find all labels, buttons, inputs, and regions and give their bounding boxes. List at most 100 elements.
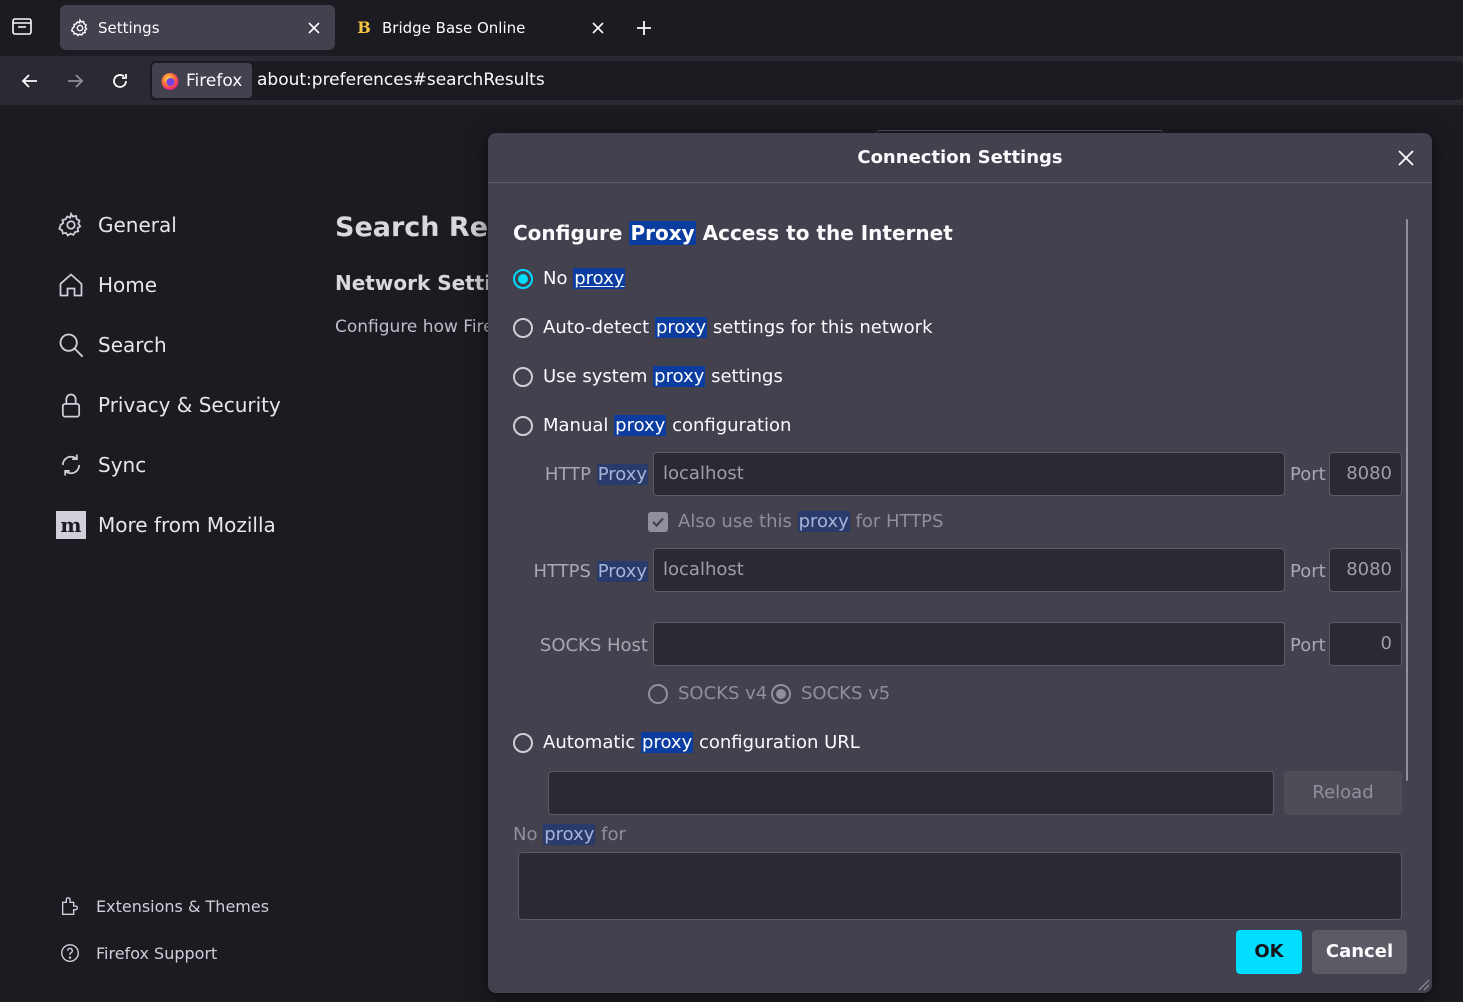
also-use-https-label: Also use this proxy for HTTPS: [678, 511, 944, 532]
gear-icon: [70, 17, 90, 38]
tab-list-icon: [12, 18, 32, 35]
no-proxy-label: No proxy: [543, 268, 626, 289]
dialog-scrollbar[interactable]: [1406, 219, 1408, 781]
reload-button[interactable]: [105, 66, 135, 96]
identity-label: Firefox: [186, 70, 243, 91]
sidebar-extensions-themes[interactable]: Extensions & Themes: [58, 894, 269, 918]
arrow-left-icon: [21, 74, 37, 88]
also-use-https-checkbox[interactable]: Also use this proxy for HTTPS: [648, 511, 943, 532]
tab-strip: Settings B Bridge Base Online: [0, 0, 1463, 56]
no-proxy-radio[interactable]: No proxy: [513, 268, 626, 289]
autoconfig-url-input[interactable]: [548, 771, 1274, 815]
automatic-proxy-label: Automatic proxy configuration URL: [543, 732, 860, 753]
forward-button[interactable]: [60, 66, 90, 96]
tab-list-button[interactable]: [10, 14, 40, 42]
sidebar-item-sync[interactable]: Sync: [56, 450, 146, 480]
socks-v5-label: SOCKS v5: [801, 683, 891, 704]
socks-port-input[interactable]: 0: [1329, 622, 1402, 666]
connection-settings-dialog: Connection Settings Configure Proxy Acce…: [488, 133, 1432, 993]
socks-host-label: SOCKS Host: [539, 635, 648, 656]
https-port-label: Port: [1290, 561, 1326, 582]
sidebar-footer-label: Extensions & Themes: [96, 896, 270, 916]
sidebar-item-label: Sync: [98, 453, 147, 477]
proxy-section-title: Configure Proxy Access to the Internet: [513, 221, 953, 245]
dialog-title: Connection Settings: [857, 147, 1063, 168]
home-icon: [56, 270, 86, 300]
sidebar-item-label: More from Mozilla: [98, 513, 276, 537]
sidebar-item-label: Search: [98, 333, 167, 357]
tab-label: Settings: [98, 18, 160, 37]
sidebar-item-label: Privacy & Security: [98, 393, 281, 417]
https-proxy-input[interactable]: localhost: [653, 548, 1285, 592]
tab-settings[interactable]: Settings: [60, 5, 335, 50]
puzzle-icon: [58, 894, 82, 918]
radio-indicator[interactable]: [771, 683, 791, 704]
socks-host-input[interactable]: [653, 622, 1285, 666]
new-tab-button[interactable]: [630, 14, 658, 42]
http-proxy-label: HTTP Proxy: [544, 464, 648, 485]
https-proxy-label: HTTPS Proxy: [533, 561, 648, 582]
url-bar[interactable]: Firefox about:preferences#searchResults: [150, 61, 1463, 100]
back-button[interactable]: [15, 66, 45, 96]
automatic-proxy-url-radio[interactable]: Automatic proxy configuration URL: [513, 732, 860, 753]
radio-indicator[interactable]: [513, 732, 533, 753]
cancel-button[interactable]: Cancel: [1312, 930, 1407, 974]
radio-indicator[interactable]: [513, 366, 533, 387]
sidebar-item-privacy-security[interactable]: Privacy & Security: [56, 390, 281, 420]
radio-indicator[interactable]: [513, 317, 533, 338]
auto-detect-proxy-radio[interactable]: Auto-detect proxy settings for this netw…: [513, 317, 933, 338]
sidebar-item-label: General: [98, 213, 177, 237]
http-port-input[interactable]: 8080: [1329, 452, 1402, 496]
tab-label: Bridge Base Online: [382, 18, 526, 37]
no-proxy-for-label: No proxy for: [513, 824, 626, 845]
sidebar-footer-label: Firefox Support: [96, 943, 218, 963]
sidebar-item-more-from-mozilla[interactable]: m More from Mozilla: [56, 510, 276, 540]
system-proxy-label: Use system proxy settings: [543, 366, 783, 387]
sidebar-item-general[interactable]: General: [56, 210, 177, 240]
socks-v5-radio[interactable]: SOCKS v5: [771, 683, 890, 704]
no-proxy-for-textarea[interactable]: [518, 852, 1402, 920]
radio-indicator[interactable]: [513, 268, 533, 289]
close-tab-icon[interactable]: [587, 17, 609, 39]
manual-proxy-label: Manual proxy configuration: [543, 415, 792, 436]
reload-icon: [113, 74, 127, 88]
search-icon: [56, 330, 86, 360]
svg-text:m: m: [60, 513, 81, 537]
sidebar-item-label: Home: [98, 273, 158, 297]
radio-indicator[interactable]: [648, 683, 668, 704]
close-tab-icon[interactable]: [303, 17, 325, 39]
ok-button[interactable]: OK: [1236, 930, 1302, 974]
http-proxy-input[interactable]: localhost: [653, 452, 1285, 496]
sidebar-firefox-support[interactable]: Firefox Support: [58, 941, 217, 965]
sidebar-item-search[interactable]: Search: [56, 330, 167, 360]
socks-v4-label: SOCKS v4: [678, 683, 768, 704]
gear-icon: [56, 210, 86, 240]
tab-bridge-base-online[interactable]: B Bridge Base Online: [344, 5, 619, 50]
socks-port-label: Port: [1290, 635, 1326, 656]
system-proxy-radio[interactable]: Use system proxy settings: [513, 366, 783, 387]
mozilla-m-icon: m: [56, 510, 86, 540]
identity-box[interactable]: Firefox: [152, 63, 253, 98]
help-icon: [58, 941, 82, 965]
firefox-logo-icon: [161, 72, 179, 90]
reload-autoconfig-button[interactable]: Reload: [1284, 771, 1402, 815]
checkmark-icon[interactable]: [648, 511, 668, 532]
manual-proxy-radio[interactable]: Manual proxy configuration: [513, 415, 791, 436]
resize-grip-icon[interactable]: [1414, 975, 1430, 991]
sync-icon: [56, 450, 86, 480]
network-settings-heading: Network Settings: [335, 271, 490, 295]
page-title: Search Results: [335, 212, 490, 243]
dialog-close-button[interactable]: [1394, 146, 1418, 170]
https-port-input[interactable]: 8080: [1329, 548, 1402, 592]
network-settings-description: Configure how Firefox connects to the in…: [335, 317, 490, 337]
auto-detect-label: Auto-detect proxy settings for this netw…: [543, 317, 933, 338]
url-text[interactable]: about:preferences#searchResults: [257, 61, 545, 100]
http-port-label: Port: [1290, 464, 1326, 485]
dialog-header: Connection Settings: [488, 133, 1432, 183]
sidebar-item-home[interactable]: Home: [56, 270, 157, 300]
radio-indicator[interactable]: [513, 415, 533, 436]
nav-bar: Firefox about:preferences#searchResults: [0, 56, 1463, 105]
arrow-right-icon: [68, 74, 84, 88]
socks-v4-radio[interactable]: SOCKS v4: [648, 683, 767, 704]
close-icon: [1398, 150, 1414, 166]
